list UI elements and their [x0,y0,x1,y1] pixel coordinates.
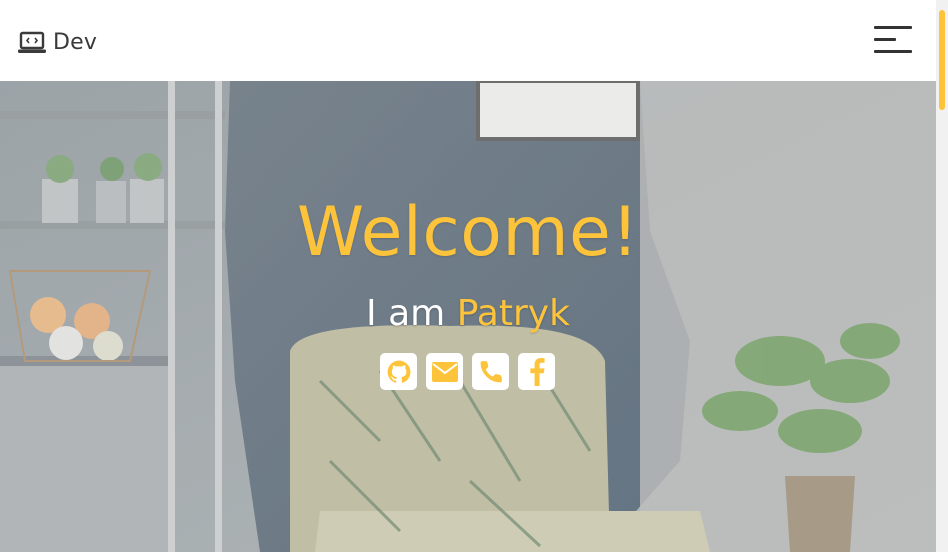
hamburger-menu-button[interactable] [874,24,912,56]
github-button[interactable] [380,353,417,390]
envelope-icon [431,361,459,383]
facebook-button[interactable] [518,353,555,390]
intro-text: I am Patryk [0,296,936,332]
github-icon [386,359,412,385]
intro-name: Patryk [456,293,570,334]
brand-text: Dev [53,30,98,55]
welcome-heading: Welcome! [296,193,640,272]
hero-section: Welcome! I am Patryk [0,81,936,552]
intro-prefix: I am [366,293,446,334]
brand-link[interactable]: Dev [17,30,97,55]
hamburger-line [874,26,912,29]
page: Dev Welcome! I am Patryk [0,0,948,552]
hero-content: Welcome! I am Patryk [0,81,936,552]
navbar: Dev [0,6,936,81]
social-links [380,353,555,390]
hamburger-line [874,50,912,53]
scrollbar-thumb[interactable] [939,10,945,110]
facebook-icon [526,357,548,386]
phone-button[interactable] [472,353,509,390]
email-button[interactable] [426,353,463,390]
phone-icon [478,359,504,385]
hamburger-line [874,38,896,41]
scrollbar[interactable] [936,0,948,552]
laptop-code-icon [17,31,47,55]
